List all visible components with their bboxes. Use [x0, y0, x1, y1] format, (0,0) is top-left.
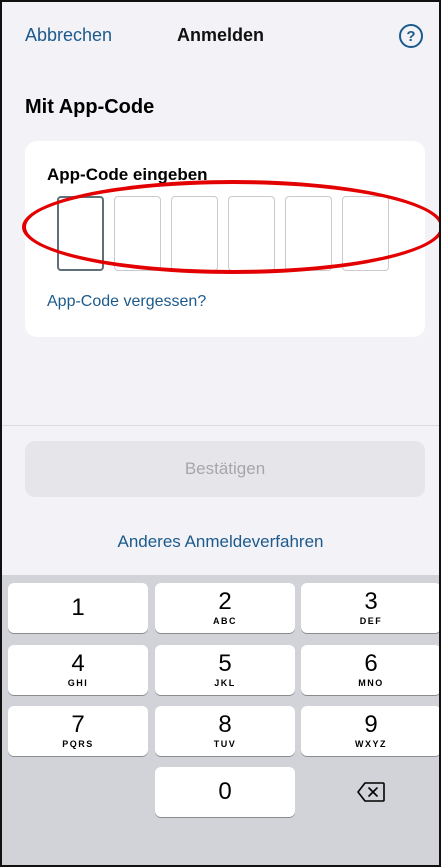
- app-code-input[interactable]: [57, 196, 389, 271]
- code-digit-box[interactable]: [57, 196, 104, 271]
- code-digit-box[interactable]: [114, 196, 161, 271]
- key-3[interactable]: 3 DEF: [301, 583, 441, 633]
- code-digit-box[interactable]: [342, 196, 389, 271]
- code-digit-box[interactable]: [171, 196, 218, 271]
- key-2[interactable]: 2 ABC: [155, 583, 295, 633]
- key-letters: TUV: [213, 739, 237, 749]
- key-letters: PQRS: [62, 739, 94, 749]
- key-digit: 1: [71, 594, 85, 621]
- page-title: Anmelden: [176, 25, 264, 45]
- key-letters: DEF: [359, 616, 383, 626]
- confirm-button[interactable]: Bestätigen: [25, 441, 425, 497]
- key-letters: JKL: [214, 678, 236, 688]
- key-digit: 8: [218, 711, 232, 738]
- key-letters: WXYZ: [355, 739, 387, 749]
- key-digit: 0: [218, 778, 232, 805]
- key-4[interactable]: 4 GHI: [8, 645, 148, 695]
- code-digit-box[interactable]: [285, 196, 332, 271]
- key-digit: 2: [218, 588, 232, 615]
- navigation-bar: Abbrechen Anmelden ?: [0, 0, 441, 72]
- key-6[interactable]: 6 MNO: [301, 645, 441, 695]
- key-digit: 7: [71, 711, 85, 738]
- key-8[interactable]: 8 TUV: [155, 706, 295, 756]
- numeric-keypad: 1 2 ABC 3 DEF 4 GHI 5 JKL 6 MNO 7 PQRS 8…: [0, 575, 441, 867]
- key-0[interactable]: 0: [155, 767, 295, 817]
- app-code-card: App-Code eingeben App-Code vergessen?: [25, 141, 425, 337]
- key-letters: MNO: [358, 678, 384, 688]
- key-1[interactable]: 1: [8, 583, 148, 633]
- key-letters: ABC: [213, 616, 237, 626]
- key-digit: 6: [364, 650, 378, 677]
- key-blank: [8, 767, 148, 817]
- key-letters: GHI: [67, 678, 89, 688]
- key-7[interactable]: 7 PQRS: [8, 706, 148, 756]
- backspace-icon: [357, 782, 385, 802]
- key-digit: 3: [364, 588, 378, 615]
- key-digit: 4: [71, 650, 85, 677]
- app-code-label: App-Code eingeben: [47, 165, 208, 184]
- other-login-method-link[interactable]: Anderes Anmeldeverfahren: [0, 532, 441, 552]
- key-digit: 5: [218, 650, 232, 677]
- key-9[interactable]: 9 WXYZ: [301, 706, 441, 756]
- delete-key[interactable]: [301, 767, 441, 817]
- code-digit-box[interactable]: [228, 196, 275, 271]
- key-5[interactable]: 5 JKL: [155, 645, 295, 695]
- forgot-code-link[interactable]: App-Code vergessen?: [47, 293, 206, 311]
- help-icon[interactable]: ?: [399, 24, 423, 48]
- section-title: Mit App-Code: [25, 96, 155, 118]
- key-digit: 9: [364, 711, 378, 738]
